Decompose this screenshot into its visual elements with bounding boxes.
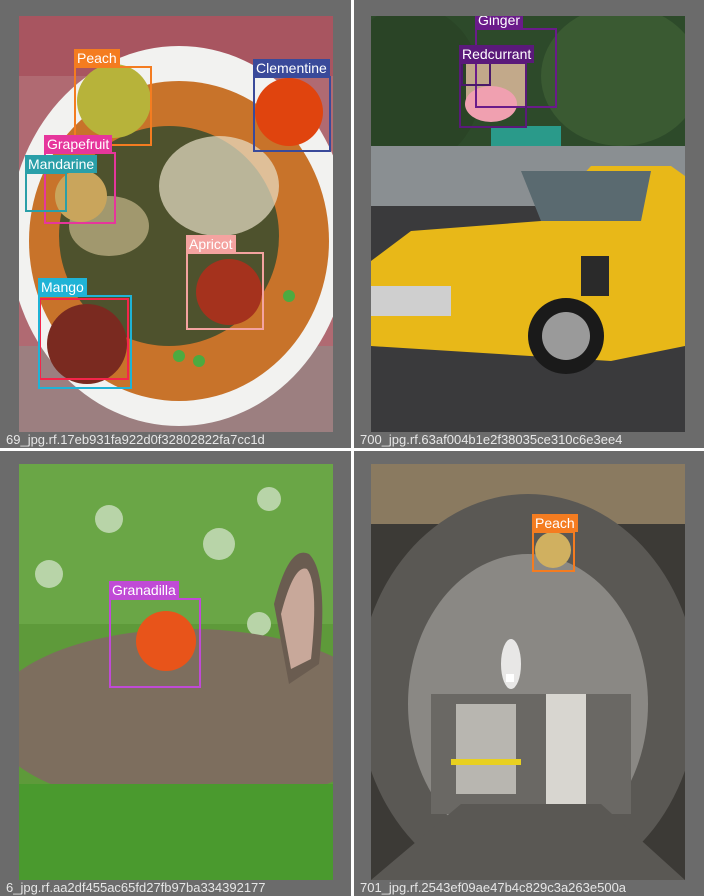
panel-rabbit: Granadilla 6_jpg.rf.aa2df455ac65fd27fb97…	[0, 451, 351, 896]
panel-tunnel: Peach 701_jpg.rf.2543ef09ae47b4c829c3a26…	[354, 451, 704, 896]
bbox-label-peach: Peach	[74, 49, 120, 67]
image-soup-bowl[interactable]: Peach Clementine Grapefruit Mandarine Ap…	[19, 16, 333, 432]
bbox-mango[interactable]: Mango	[38, 278, 132, 389]
bbox-label-ginger: Ginger	[475, 16, 524, 29]
image-filename-caption: 700_jpg.rf.63af004b1e2f38035ce310c6e3ee4	[360, 432, 623, 447]
bbox-label-clementine: Clementine	[253, 59, 330, 77]
image-rabbit[interactable]: Granadilla	[19, 464, 333, 880]
bbox-label-peach: Peach	[532, 514, 578, 532]
bbox-label-granadilla: Granadilla	[109, 581, 179, 599]
bbox-peach[interactable]: Peach	[532, 514, 578, 572]
bbox-mandarine[interactable]: Mandarine	[25, 155, 98, 212]
bbox-peach[interactable]: Peach	[74, 49, 152, 146]
bbox-redcurrant[interactable]: Redcurrant	[459, 45, 535, 128]
bbox-label-apricot: Apricot	[186, 235, 236, 253]
tunnel-illustration	[371, 464, 685, 880]
bbox-label-mango: Mango	[38, 278, 87, 296]
image-filename-caption: 6_jpg.rf.aa2df455ac65fd27fb97ba334392177	[6, 880, 266, 895]
bbox-apricot[interactable]: Apricot	[186, 235, 264, 330]
image-tunnel[interactable]: Peach	[371, 464, 685, 880]
bbox-label-grapefruit: Grapefruit	[44, 135, 113, 153]
grid-divider-horizontal	[0, 448, 704, 451]
panel-soup: Peach Clementine Grapefruit Mandarine Ap…	[0, 0, 351, 448]
image-filename-caption: 701_jpg.rf.2543ef09ae47b4c829c3a263e500a	[360, 880, 627, 895]
bbox-label-mandarine: Mandarine	[25, 155, 98, 173]
image-filename-caption: 69_jpg.rf.17eb931fa922d0f32802822fa7cc1d	[6, 432, 265, 447]
image-yellow-car[interactable]: Ginger Redcurrant	[371, 16, 685, 432]
bbox-granadilla[interactable]: Granadilla	[109, 581, 201, 688]
bbox-label-redcurrant: Redcurrant	[459, 45, 535, 63]
bbox-clementine[interactable]: Clementine	[253, 59, 331, 152]
panel-car: Ginger Redcurrant 700_jpg.rf.63af004b1e2…	[354, 0, 704, 448]
